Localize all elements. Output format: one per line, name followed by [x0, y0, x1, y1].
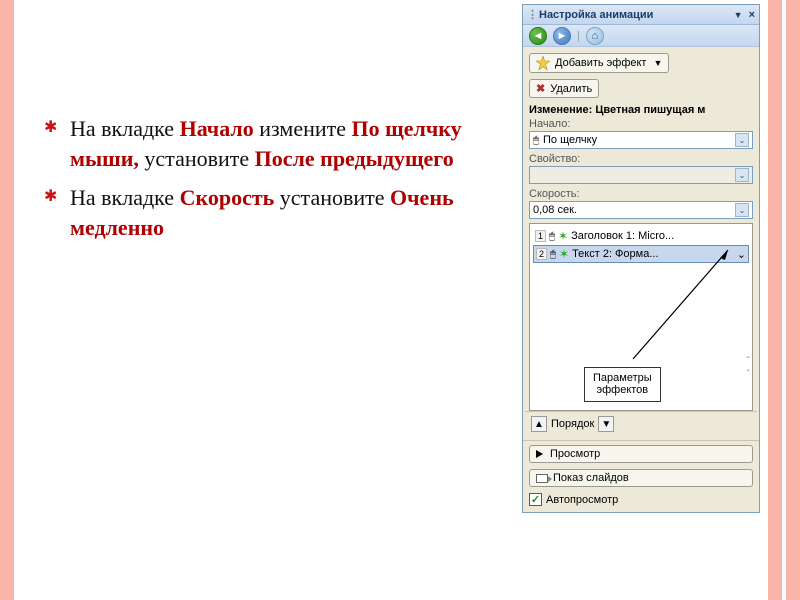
- mouse-icon: 🖱: [549, 231, 555, 242]
- remove-effect-button[interactable]: ✖ Удалить: [529, 79, 599, 98]
- add-effect-button[interactable]: Добавить эффект ▼: [529, 53, 669, 73]
- change-section-label: Изменение: Цветная пишущая м: [529, 104, 753, 116]
- nav-forward-button[interactable]: ►: [553, 27, 571, 45]
- property-label: Свойство:: [529, 153, 753, 165]
- text: На вкладке: [70, 116, 180, 141]
- order-row: ▲ Порядок ▼: [525, 411, 757, 436]
- pane-title: Настройка анимации: [539, 9, 653, 21]
- bullet-1: На вкладке Начало измените По щелчку мыш…: [44, 114, 494, 173]
- slide-content: На вкладке Начало измените По щелчку мыш…: [44, 14, 494, 253]
- chevron-down-icon[interactable]: ⌄: [735, 203, 749, 217]
- mouse-icon: 🖱: [550, 249, 556, 260]
- effect-type-icon: ✶: [559, 247, 569, 261]
- play-icon: [536, 450, 543, 458]
- item-menu-caret[interactable]: ⌄: [737, 248, 746, 261]
- effect-list: 1 🖱 ✶ Заголовок 1: Micro... 2 🖱 ✶ Текст …: [529, 223, 753, 411]
- chevron-down-icon: ⌄: [735, 168, 749, 182]
- bullet-2: На вкладке Скорость установите Очень мед…: [44, 183, 494, 242]
- slideshow-button[interactable]: Показ слайдов: [529, 469, 753, 487]
- keyword-speed: Скорость: [180, 185, 275, 210]
- pane-body: Добавить эффект ▼ ✖ Удалить Изменение: Ц…: [523, 47, 759, 440]
- chevron-up-icon: ˆ: [747, 356, 750, 367]
- decor-bar-right: [786, 0, 800, 600]
- callout-box: Параметры эффектов: [584, 367, 661, 402]
- star-add-icon: [536, 56, 550, 70]
- decor-bar-left: [0, 0, 14, 600]
- start-dropdown[interactable]: 🖱 По щелчку ⌄: [529, 131, 753, 149]
- preview-label: Просмотр: [550, 448, 600, 460]
- item-label: Заголовок 1: Micro...: [571, 230, 674, 242]
- start-value: По щелчку: [543, 134, 597, 146]
- text: На вкладке: [70, 185, 180, 210]
- item-index: 2: [536, 248, 547, 260]
- chevron-down-icon: ▼: [653, 58, 662, 68]
- order-down-button[interactable]: ▼: [598, 416, 614, 432]
- start-label: Начало:: [529, 118, 753, 130]
- item-index: 1: [535, 230, 546, 242]
- order-up-button[interactable]: ▲: [531, 416, 547, 432]
- nav-back-button[interactable]: ◄: [529, 27, 547, 45]
- nav-home-button[interactable]: ⌂: [586, 27, 604, 45]
- slideshow-label: Показ слайдов: [553, 472, 629, 484]
- text: установите: [274, 185, 390, 210]
- keyword-start: Начало: [180, 116, 254, 141]
- keyword-afterprev: После предыдущего: [255, 146, 454, 171]
- callout-line2: эффектов: [593, 384, 652, 397]
- pane-footer: Просмотр Показ слайдов ✓ Автопросмотр: [523, 440, 759, 512]
- property-dropdown: ⌄: [529, 166, 753, 184]
- speed-label: Скорость:: [529, 188, 753, 200]
- pane-menu-caret[interactable]: ▼: [734, 10, 743, 20]
- add-effect-label: Добавить эффект: [555, 57, 646, 69]
- speed-dropdown[interactable]: 0,08 сек. ⌄: [529, 201, 753, 219]
- text: измените: [254, 116, 352, 141]
- projector-icon: [536, 474, 548, 483]
- order-label: Порядок: [551, 418, 594, 430]
- mouse-icon: 🖱: [533, 135, 539, 146]
- decor-bar-right-inner: [768, 0, 782, 600]
- chevron-down-icon[interactable]: ⌄: [735, 133, 749, 147]
- pane-titlebar: ⋮ Настройка анимации ▼ ×: [523, 5, 759, 25]
- callout-line1: Параметры: [593, 372, 652, 385]
- animation-task-pane: ⋮ Настройка анимации ▼ × ◄ ► | ⌂ Добавит…: [522, 4, 760, 513]
- autopreview-label: Автопросмотр: [546, 494, 618, 506]
- remove-label: Удалить: [550, 83, 592, 95]
- effect-list-item[interactable]: 1 🖱 ✶ Заголовок 1: Micro...: [533, 227, 749, 245]
- grip-icon: ⋮: [527, 8, 533, 21]
- effect-type-icon: ✶: [558, 229, 568, 243]
- checkbox-checked-icon: ✓: [529, 493, 542, 506]
- list-scroll-indicator: ˆ ˇ: [747, 356, 750, 380]
- item-label: Текст 2: Форма...: [572, 248, 658, 260]
- effect-list-item-selected[interactable]: 2 🖱 ✶ Текст 2: Форма... ⌄: [533, 245, 749, 263]
- autopreview-checkbox[interactable]: ✓ Автопросмотр: [529, 493, 753, 506]
- chevron-down-icon: ˇ: [747, 369, 750, 380]
- pane-nav: ◄ ► | ⌂: [523, 25, 759, 47]
- preview-button[interactable]: Просмотр: [529, 445, 753, 463]
- speed-value: 0,08 сек.: [533, 204, 577, 216]
- delete-icon: ✖: [536, 82, 545, 95]
- pane-close-button[interactable]: ×: [749, 9, 755, 21]
- text: установите: [139, 146, 255, 171]
